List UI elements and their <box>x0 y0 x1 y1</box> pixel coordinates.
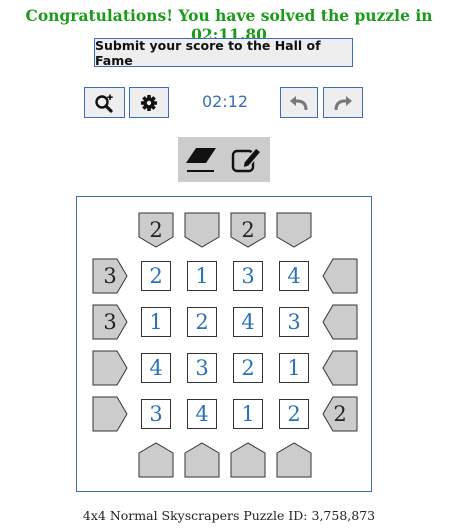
clue-value <box>321 303 359 341</box>
grid-cell[interactable]: 2 <box>141 261 171 291</box>
clue-bottom <box>229 441 267 479</box>
clue-value <box>275 211 313 249</box>
grid-cell[interactable]: 4 <box>187 399 217 429</box>
clue-right <box>321 303 359 341</box>
undo-icon <box>290 95 308 110</box>
clue-left: 3 <box>91 257 129 295</box>
clue-value <box>183 211 221 249</box>
submit-score-button[interactable]: Submit your score to the Hall of Fame <box>94 38 353 68</box>
clue-top: 2 <box>137 211 175 249</box>
pencil-edit-icon[interactable] <box>231 145 263 175</box>
redo-icon <box>334 95 352 110</box>
grid-cell[interactable]: 2 <box>187 307 217 337</box>
clue-right <box>321 349 359 387</box>
clue-bottom <box>275 441 313 479</box>
clue-top <box>275 211 313 249</box>
clue-value: 2 <box>149 218 163 242</box>
zoom-in-icon <box>94 94 113 113</box>
input-mode-bar <box>178 137 270 182</box>
clue-right: 2 <box>321 395 359 433</box>
clue-bottom <box>183 441 221 479</box>
clue-value <box>91 395 129 433</box>
grid-cell[interactable]: 4 <box>279 261 309 291</box>
grid-cell[interactable]: 3 <box>141 399 171 429</box>
puzzle-board: 233222134124343213412 <box>76 196 372 492</box>
grid-cell[interactable]: 3 <box>187 353 217 383</box>
clue-left <box>91 349 129 387</box>
grid-cell[interactable]: 3 <box>279 307 309 337</box>
clue-top <box>183 211 221 249</box>
clue-value: 2 <box>333 402 347 426</box>
grid-cell[interactable]: 1 <box>141 307 171 337</box>
clue-value <box>91 349 129 387</box>
clue-value <box>321 349 359 387</box>
eraser-icon[interactable] <box>186 145 218 175</box>
settings-button[interactable] <box>129 87 169 118</box>
redo-button[interactable] <box>323 87 363 118</box>
grid-cell[interactable]: 3 <box>233 261 263 291</box>
gear-icon <box>141 94 157 111</box>
clue-bottom <box>137 441 175 479</box>
clue-value <box>137 441 175 479</box>
clue-value: 3 <box>103 264 117 288</box>
clue-value: 3 <box>103 310 117 334</box>
grid-cell[interactable]: 4 <box>233 307 263 337</box>
clue-right <box>321 257 359 295</box>
grid-cell[interactable]: 1 <box>279 353 309 383</box>
grid-cell[interactable]: 2 <box>233 353 263 383</box>
zoom-button[interactable] <box>84 87 125 118</box>
clue-value: 2 <box>241 218 255 242</box>
elapsed-timer: 02:12 <box>201 92 249 111</box>
puzzle-info: 4x4 Normal Skyscrapers Puzzle ID: 3,758,… <box>82 508 376 523</box>
clue-left <box>91 395 129 433</box>
grid-cell[interactable]: 2 <box>279 399 309 429</box>
grid-cell[interactable]: 1 <box>187 261 217 291</box>
clue-left: 3 <box>91 303 129 341</box>
clue-value <box>229 441 267 479</box>
clue-value <box>275 441 313 479</box>
grid-cell[interactable]: 1 <box>233 399 263 429</box>
clue-top: 2 <box>229 211 267 249</box>
clue-value <box>183 441 221 479</box>
undo-button[interactable] <box>280 87 318 118</box>
clue-value <box>321 257 359 295</box>
grid-cell[interactable]: 4 <box>141 353 171 383</box>
